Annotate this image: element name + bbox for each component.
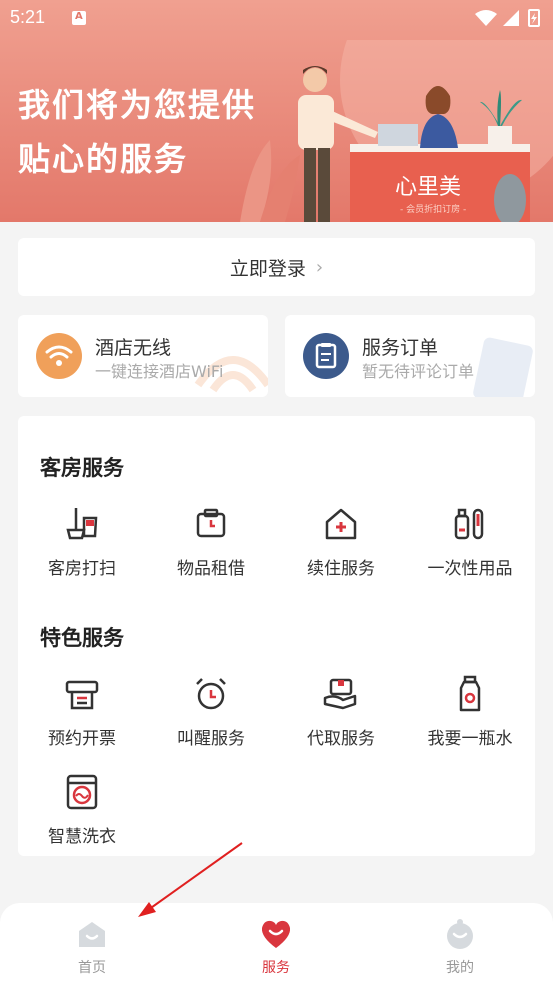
svg-text:- 会员折扣订房 -: - 会员折扣订房 - xyxy=(400,203,466,215)
service-item-rental[interactable]: 物品租借 xyxy=(151,504,271,579)
login-button[interactable]: 立即登录 › xyxy=(18,238,535,296)
service-room-cleaning[interactable]: 客房打扫 xyxy=(22,504,142,579)
notification-icon xyxy=(72,11,86,25)
extend-stay-icon xyxy=(325,508,357,540)
invoice-icon xyxy=(65,680,99,710)
toiletries-icon xyxy=(454,508,484,540)
order-card-subtitle: 暂无待评论订单 xyxy=(362,362,475,381)
service-smart-laundry[interactable]: 智慧洗衣 xyxy=(22,772,142,847)
order-watermark-icon xyxy=(473,337,533,397)
status-time: 5:21 xyxy=(10,7,46,27)
alarm-clock-icon xyxy=(196,678,226,710)
service-label: 一次性用品 xyxy=(427,559,513,579)
service-wake-up[interactable]: 叫醒服务 xyxy=(151,674,271,749)
service-label: 智慧洗衣 xyxy=(48,827,116,847)
service-heart-icon xyxy=(261,920,291,948)
home-icon xyxy=(79,922,105,947)
service-label: 客房打扫 xyxy=(48,559,116,579)
status-icons xyxy=(475,9,540,27)
service-label: 代取服务 xyxy=(307,729,375,749)
service-order-card[interactable]: 服务订单 暂无待评论订单 xyxy=(285,315,535,397)
hotel-reception-illustration: 心里美 - 会员折扣订房 - xyxy=(240,40,553,222)
service-water[interactable]: 我要一瓶水 xyxy=(410,674,530,749)
washing-machine-icon xyxy=(66,774,98,810)
order-icon xyxy=(303,333,349,379)
services-panel: 客房服务 客房打扫 物品租借 续住服务 一次性用品 特色服务 预约开票 叫醒服务… xyxy=(18,416,535,856)
service-label: 物品租借 xyxy=(177,559,245,579)
special-service-title: 特色服务 xyxy=(40,626,124,650)
wifi-card-subtitle: 一键连接酒店WiFi xyxy=(95,362,224,381)
hero-title-line1: 我们将为您提供 xyxy=(18,86,257,124)
profile-icon xyxy=(447,919,473,949)
hero-title: 我们将为您提供 贴心的服务 xyxy=(18,78,256,186)
tab-home[interactable]: 首页 xyxy=(42,917,142,977)
pickup-icon xyxy=(323,678,357,710)
wifi-icon xyxy=(36,333,82,379)
tab-label: 首页 xyxy=(78,960,106,976)
service-label: 我要一瓶水 xyxy=(427,729,513,749)
service-toiletries[interactable]: 一次性用品 xyxy=(410,504,530,579)
cleaning-icon xyxy=(66,508,98,540)
svg-text:心里美: 心里美 xyxy=(395,175,461,200)
hero-title-line2: 贴心的服务 xyxy=(18,140,189,178)
rental-icon xyxy=(196,508,226,538)
service-label: 预约开票 xyxy=(48,729,116,749)
wifi-card-title: 酒店无线 xyxy=(95,337,172,359)
tab-label: 我的 xyxy=(446,960,474,976)
tab-service[interactable]: 服务 xyxy=(226,917,326,977)
room-service-title: 客房服务 xyxy=(40,456,124,480)
service-extend-stay[interactable]: 续住服务 xyxy=(281,504,401,579)
status-bar: 5:21 xyxy=(0,0,553,36)
service-invoice[interactable]: 预约开票 xyxy=(22,674,142,749)
chevron-right-icon: › xyxy=(315,256,324,278)
tab-label: 服务 xyxy=(262,960,290,976)
order-card-title: 服务订单 xyxy=(362,337,439,359)
wifi-status-icon xyxy=(475,10,497,26)
service-label: 续住服务 xyxy=(307,559,375,579)
tab-profile[interactable]: 我的 xyxy=(410,917,510,977)
bottom-tab-bar: 首页 服务 我的 xyxy=(0,903,553,983)
login-label: 立即登录 xyxy=(229,257,306,280)
service-label: 叫醒服务 xyxy=(177,729,245,749)
service-pickup[interactable]: 代取服务 xyxy=(281,674,401,749)
water-bottle-icon xyxy=(459,675,481,712)
signal-icon xyxy=(503,10,519,26)
hotel-wifi-card[interactable]: 酒店无线 一键连接酒店WiFi xyxy=(18,315,268,397)
